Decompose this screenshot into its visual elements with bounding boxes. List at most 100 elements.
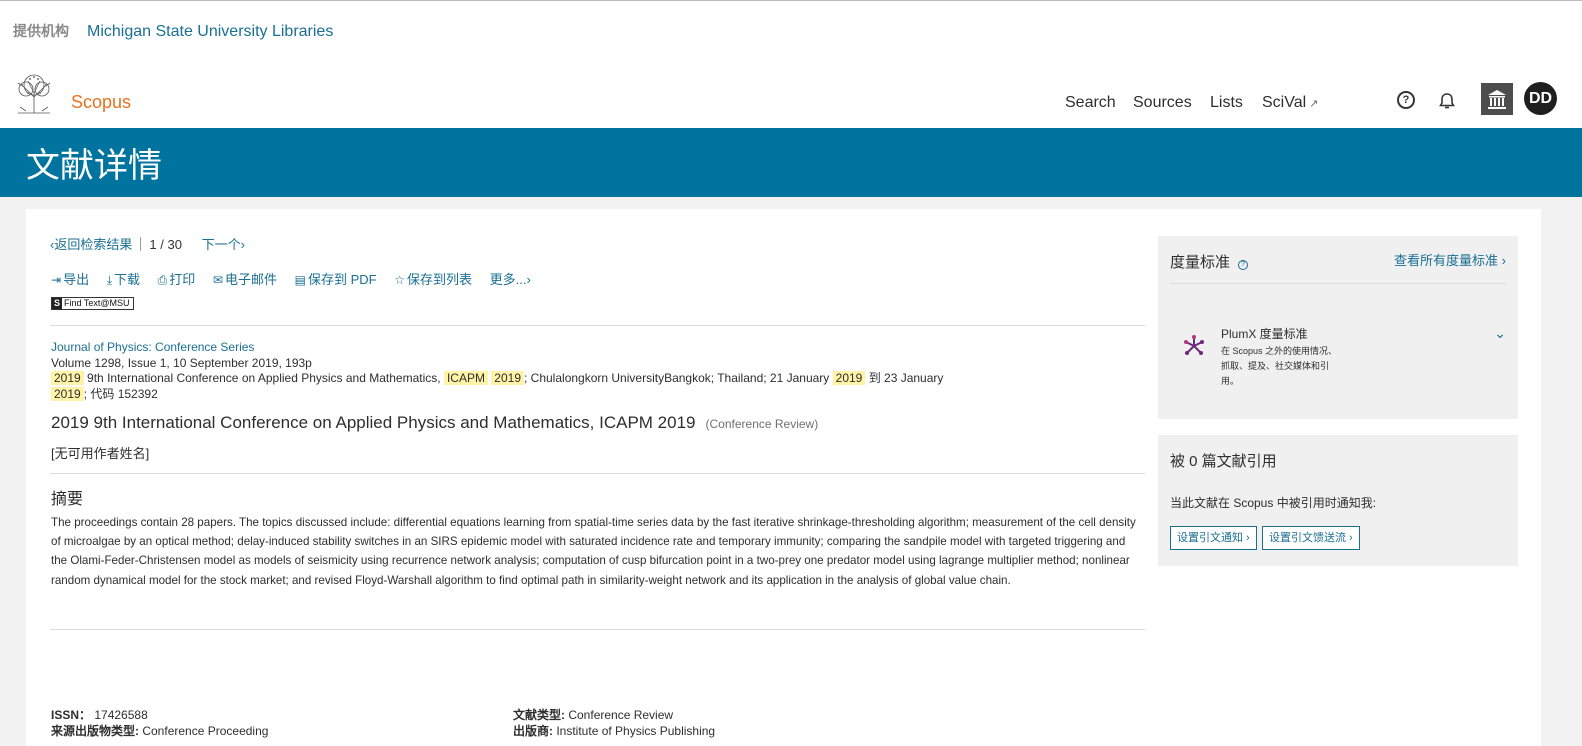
conference-location: ; Chulalongkorn UniversityBangkok; Thail… [524,371,830,385]
institution-button[interactable] [1481,83,1513,115]
divider [50,325,1145,326]
export-label: 导出 [63,272,90,287]
set-citation-feed-label: 设置引文馈送流 [1269,532,1346,544]
view-all-metrics-label: 查看所有度量标准 [1394,253,1499,268]
source-type-label: 来源出版物类型: [51,724,139,738]
issn-value: 17426588 [94,708,148,722]
star-icon: ☆ [394,273,405,287]
divider [1170,283,1506,284]
highlight-year: 2019 [832,371,866,385]
more-label: 更多... [489,272,527,287]
more-button[interactable]: 更多...› [490,272,531,287]
conference-info: 2019 9th International Conference on App… [51,371,1141,387]
plumx-title: PlumX 度量标准 [1221,327,1308,341]
result-position: 1 / 30 [149,237,182,252]
chevron-right-icon: › [1346,532,1353,544]
publisher-row: 出版商: Institute of Physics Publishing [513,722,715,739]
institution-icon [1488,90,1506,109]
plumx-icon [1184,335,1204,355]
divider [50,473,1145,474]
site-header: 提供机构 Michigan State University Libraries… [0,1,1582,128]
metrics-panel: 度量标准? 查看所有度量标准 › PlumX 度量标准 在 Scopus 之外的… [1158,236,1518,419]
publisher-label: 出版商: [513,724,553,738]
source-type-row: 来源出版物类型: Conference Proceeding [51,722,268,739]
institution-label: 提供机构 [13,23,69,39]
highlight-year: 2019 [491,371,524,385]
document-toolbar: ⇥ 导出 ⤓ 下载 ⎙ 打印 ✉ 电子邮件 ▤ 保存到 PDF ☆ 保存到列表 更多...› [51,269,545,288]
page-banner: 文献详情 [0,128,1582,197]
journal-link[interactable]: Journal of Physics: Conference Series [51,340,1141,356]
print-button[interactable]: ⎙ 打印 [158,272,196,287]
next-result-label: 下一个 [201,237,241,252]
divider [140,237,142,251]
email-icon: ✉ [212,273,223,287]
nav-lists[interactable]: Lists [1210,94,1243,112]
help-icon[interactable]: ? [1238,260,1249,270]
result-position-slash: / [160,237,164,252]
volume-info: Volume 1298, Issue 1, 10 September 2019,… [51,355,312,370]
email-label: 电子邮件 [224,272,277,287]
institution-link[interactable]: Michigan State University Libraries [87,23,333,41]
help-icon[interactable]: ? [1397,91,1415,109]
download-button[interactable]: ⤓ 下载 [107,272,140,287]
issn-row: ISSN： 17426588 [51,706,148,723]
chevron-down-icon[interactable]: ⌄ [1494,325,1506,342]
nav-search[interactable]: Search [1065,94,1116,112]
breadcrumb: ‹返回检索结果 1 / 30 下一个› [50,234,245,253]
next-result-link[interactable]: 下一个› [202,237,245,252]
save-to-list-button[interactable]: ☆ 保存到列表 [394,272,472,287]
chevron-right-icon: › [1498,253,1506,268]
back-to-results-label: 返回检索结果 [54,237,133,252]
save-to-list-label: 保存到列表 [406,272,472,287]
external-link-icon: ↗ [1309,98,1319,110]
authors: [无可用作者姓名] [51,446,150,461]
view-all-metrics-link[interactable]: 查看所有度量标准 › [1394,250,1506,269]
nav-scival[interactable]: SciVal ↗ [1262,94,1318,112]
nav-scival-label: SciVal [1262,94,1307,111]
set-citation-alert-label: 设置引文通知 [1177,532,1243,544]
save-pdf-label: 保存到 PDF [307,272,377,287]
citation-alert-description: 当此文献在 Scopus 中被引用时通知我: [1170,496,1377,510]
document-type-label: (Conference Review) [705,417,819,431]
user-avatar[interactable]: DD [1524,82,1557,115]
metrics-title: 度量标准? [1170,251,1249,272]
metrics-title-text: 度量标准 [1170,254,1231,271]
chevron-right-icon: › [1243,532,1250,544]
elsevier-tree-logo-icon[interactable] [12,73,56,115]
print-icon: ⎙ [157,273,168,287]
export-button[interactable]: ⇥ 导出 [51,272,89,287]
set-citation-alert-button[interactable]: 设置引文通知 › [1170,526,1257,550]
doc-type-label: 文献类型: [513,708,565,722]
email-button[interactable]: ✉ 电子邮件 [213,272,277,287]
set-citation-feed-button[interactable]: 设置引文馈送流 › [1262,526,1360,550]
abstract-text: The proceedings contain 28 papers. The t… [51,516,1136,587]
highlight-year: 2019 [51,386,84,401]
save-pdf-button[interactable]: ▤ 保存到 PDF [295,272,377,287]
doc-type-value: Conference Review [568,708,674,722]
find-text-logo-icon: S [52,298,62,309]
divider [50,629,1145,630]
nav-sources[interactable]: Sources [1133,94,1192,112]
highlight-year: 2019 [51,371,84,385]
back-to-results-link[interactable]: ‹返回检索结果 [50,237,132,252]
find-text-label: Find Text@MSU [64,298,130,308]
chevron-right-icon: › [240,237,245,252]
conference-code-label: ; 代码 152392 [83,386,158,401]
print-label: 打印 [169,272,196,287]
page-title: 文献详情 [26,147,162,185]
cited-by-title: 被 0 篇文献引用 [1170,453,1277,470]
chevron-right-icon: › [526,272,531,287]
document-type-row: 文献类型: Conference Review [513,706,673,723]
highlight-acronym: ICAPM [443,371,488,385]
document-title: 2019 9th International Conference on App… [51,413,818,433]
conference-name: 9th International Conference on Applied … [87,371,441,385]
issn-label: ISSN： [51,708,92,722]
download-label: 下载 [114,272,141,287]
bell-icon[interactable] [1437,91,1457,111]
download-icon: ⤓ [106,273,113,287]
scopus-brand[interactable]: Scopus [71,92,131,113]
source-info: Journal of Physics: Conference Series Vo… [51,340,1141,402]
abstract-heading: 摘要 [51,491,84,508]
pdf-icon: ▤ [294,273,306,287]
find-text-button[interactable]: S Find Text@MSU [51,297,134,310]
